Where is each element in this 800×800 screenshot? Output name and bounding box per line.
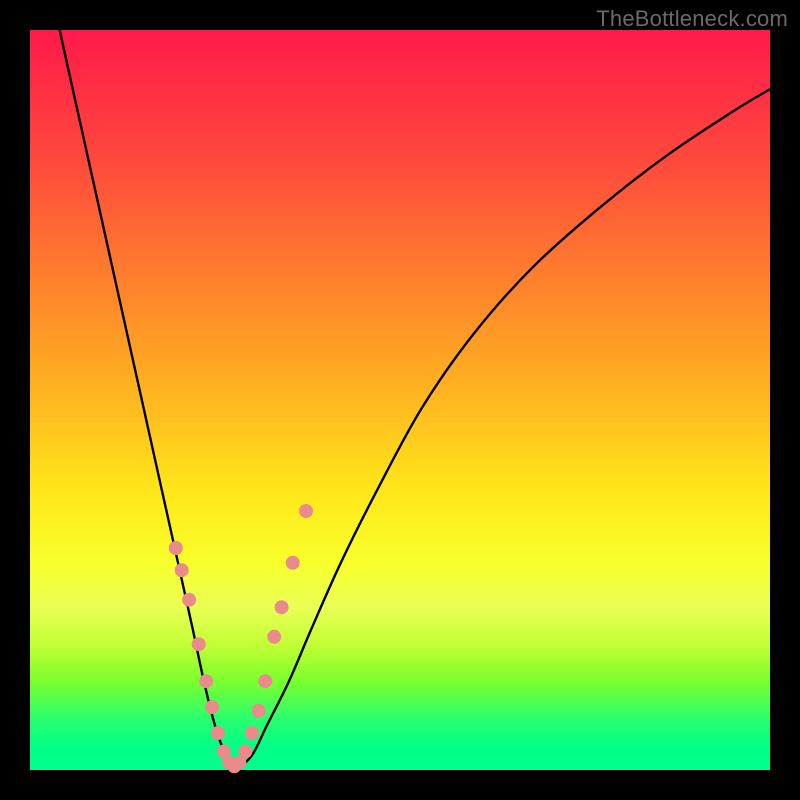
sweet-spot-marker: [199, 674, 213, 688]
sweet-spot-marker: [182, 593, 196, 607]
sweet-spot-markers: [169, 504, 313, 773]
sweet-spot-marker: [192, 637, 206, 651]
bottleneck-curve: [60, 30, 770, 766]
chart-stage: TheBottleneck.com: [0, 0, 800, 800]
sweet-spot-marker: [211, 726, 225, 740]
sweet-spot-marker: [286, 556, 300, 570]
attribution-text: TheBottleneck.com: [596, 6, 788, 32]
sweet-spot-marker: [258, 674, 272, 688]
sweet-spot-marker: [175, 563, 189, 577]
sweet-spot-marker: [205, 700, 219, 714]
sweet-spot-marker: [299, 504, 313, 518]
sweet-spot-marker: [245, 726, 259, 740]
sweet-spot-marker: [169, 541, 183, 555]
chart-svg: [30, 30, 770, 770]
sweet-spot-marker: [267, 630, 281, 644]
sweet-spot-marker: [238, 745, 252, 759]
plot-area: [30, 30, 770, 770]
sweet-spot-marker: [275, 600, 289, 614]
sweet-spot-marker: [252, 704, 266, 718]
